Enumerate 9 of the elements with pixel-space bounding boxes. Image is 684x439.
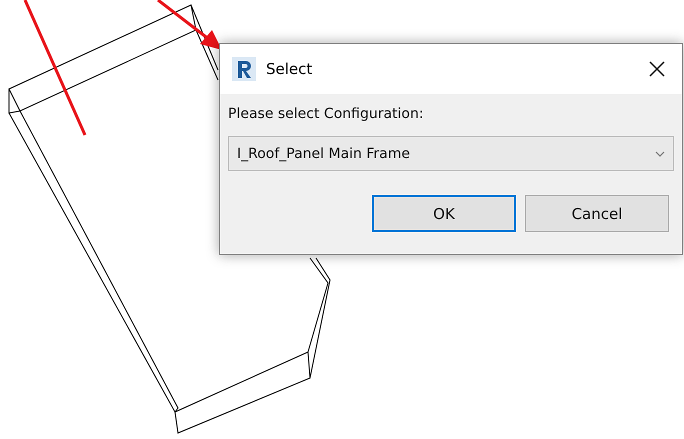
cancel-button[interactable]: Cancel	[525, 195, 669, 232]
app-logo-icon	[232, 57, 256, 81]
pointer-arrow-drawing	[157, 0, 222, 50]
configuration-dropdown[interactable]: I_Roof_Panel Main Frame	[228, 136, 674, 171]
prompt-label: Please select Configuration:	[228, 106, 425, 122]
ok-button[interactable]: OK	[372, 195, 516, 232]
window-title: Select	[266, 60, 314, 78]
close-icon	[648, 60, 666, 78]
chevron-down-icon	[655, 150, 665, 156]
